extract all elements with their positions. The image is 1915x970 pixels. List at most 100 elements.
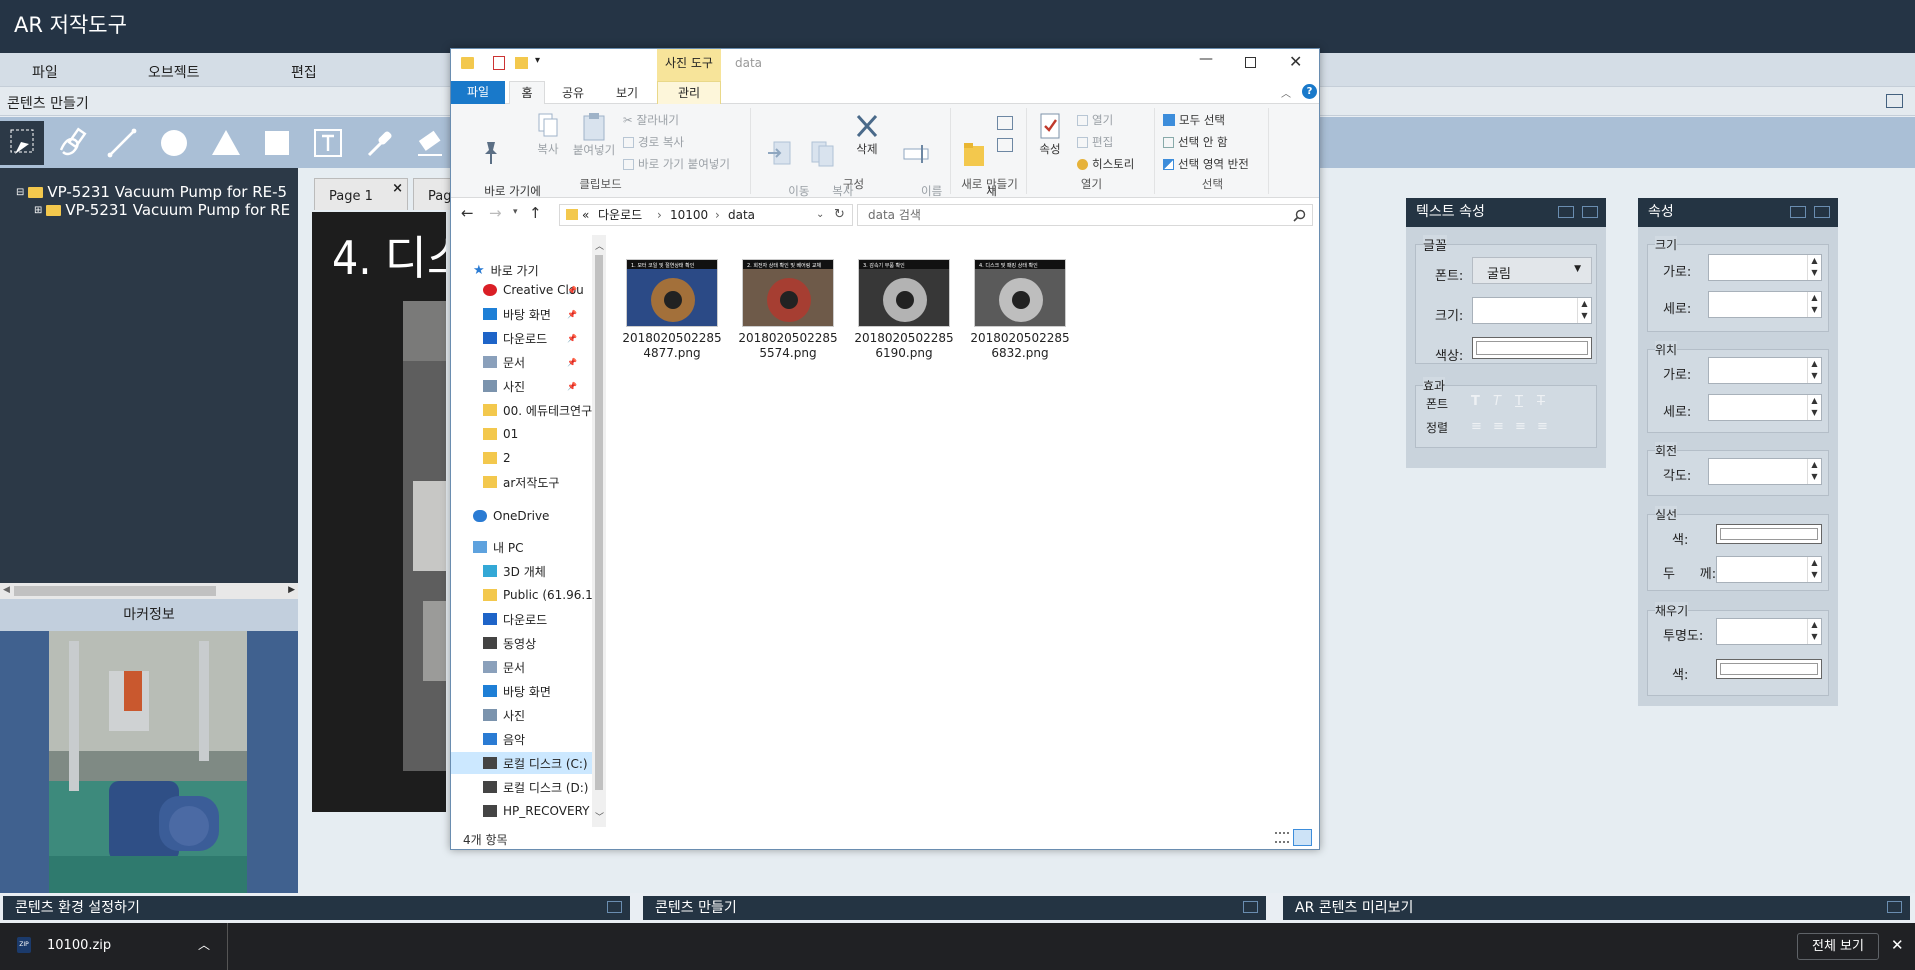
nav-item[interactable]: 로컬 디스크 (D:) [483, 776, 588, 798]
menu-edit[interactable]: 편집 [291, 62, 317, 82]
select-tool[interactable] [0, 121, 44, 165]
new-item-icon[interactable] [997, 116, 1013, 130]
file-item[interactable]: 1. 모터 코일 및 절연상태 확인 2018020502285 4877.png [622, 259, 722, 361]
angle-input[interactable]: ▲ ▼ [1708, 458, 1822, 485]
file-item[interactable]: 4. 디스크 및 패킹 상태 확인 2018020502285 6832.png [970, 259, 1070, 361]
font-size-input[interactable]: ▲ ▼ [1472, 297, 1592, 324]
back-arrow-icon[interactable]: ← [461, 204, 474, 222]
select-none-button[interactable]: 선택 안 함 [1163, 134, 1228, 150]
show-all-button[interactable]: 전체 보기 [1797, 933, 1879, 960]
nav-item[interactable]: 바탕 화면 📌 [483, 303, 577, 325]
nav-item[interactable]: 2 [483, 447, 511, 469]
close-window-icon[interactable]: ✕ [1289, 52, 1302, 71]
nav-item[interactable]: 문서 📌 [483, 351, 577, 373]
scroll-thumb[interactable] [14, 586, 216, 596]
maximize-icon[interactable] [1886, 94, 1903, 108]
easy-access-icon[interactable] [997, 138, 1013, 152]
pin-icon[interactable]: 📌 [567, 382, 577, 391]
nav-this-pc[interactable]: 내 PC [473, 536, 523, 558]
tree-scrollbar[interactable]: ◀ ▶ [0, 583, 298, 599]
pos-y-input[interactable]: ▲ ▼ [1708, 394, 1822, 421]
nav-item[interactable]: 로컬 디스크 (C:) [451, 752, 592, 774]
pin-icon[interactable]: 📌 [567, 310, 577, 319]
line-color-picker[interactable] [1716, 524, 1822, 544]
strikethrough-icon[interactable]: T [1537, 394, 1545, 409]
tab-create-content[interactable]: 콘텐츠 만들기 [643, 896, 1266, 920]
menu-file[interactable]: 파일 [32, 62, 58, 82]
width-input[interactable]: ▲ ▼ [1708, 254, 1822, 281]
scroll-up-icon[interactable]: ︿ [595, 239, 604, 252]
paste-button[interactable]: 붙여넣기 [569, 112, 619, 157]
file-item[interactable]: 3. 감속기 부품 확인 2018020502285 6190.png [854, 259, 954, 361]
nav-item[interactable]: HP_RECOVERY ( [483, 800, 598, 822]
nav-quick-access[interactable]: ★ 바로 가기 [473, 259, 539, 281]
menu-object[interactable]: 오브젝트 [148, 62, 200, 82]
delete-button[interactable]: 삭제 [849, 112, 885, 156]
tab-file[interactable]: 파일 [451, 81, 505, 104]
maximize-icon[interactable] [1243, 901, 1258, 913]
align-left-icon[interactable]: ≡ [1471, 419, 1482, 434]
tab-ar-preview[interactable]: AR 콘텐츠 미리보기 [1283, 896, 1910, 920]
scroll-left-icon[interactable]: ◀ [3, 585, 10, 595]
detach-icon[interactable] [1558, 206, 1574, 218]
expand-icon[interactable]: ⊞ [34, 205, 42, 216]
tree-item[interactable]: ⊟ VP-5231 Vacuum Pump for RE-5 [16, 183, 287, 201]
triangle-tool[interactable] [204, 121, 248, 165]
underline-icon[interactable]: T [1515, 394, 1523, 409]
tab-view[interactable]: 보기 [616, 84, 638, 101]
nav-item[interactable]: 다운로드 [483, 608, 547, 630]
maximize-icon[interactable] [1887, 901, 1902, 913]
recent-locations-icon[interactable]: ▾ [513, 207, 518, 217]
select-all-button[interactable]: 모두 선택 [1163, 112, 1225, 128]
refresh-icon[interactable]: ↻ [834, 205, 845, 225]
copy-button[interactable]: 복사 [531, 112, 565, 156]
stepper-icon[interactable]: ▲ ▼ [1807, 292, 1821, 317]
nav-item[interactable]: 동영상 [483, 632, 536, 654]
freehand-tool[interactable] [50, 121, 94, 165]
page-tab-1[interactable]: Page 1 × [314, 178, 408, 210]
close-download-bar-icon[interactable]: ✕ [1891, 936, 1904, 954]
scroll-thumb[interactable] [595, 255, 603, 790]
chevron-up-icon[interactable]: ︿ [198, 936, 210, 953]
forward-arrow-icon[interactable]: → [489, 204, 502, 222]
nav-item[interactable]: 01 [483, 423, 518, 445]
nav-item[interactable]: 문서 [483, 656, 525, 678]
up-arrow-icon[interactable]: ↑ [529, 204, 542, 222]
nav-item[interactable]: ar저작도구 [483, 471, 559, 493]
nav-item[interactable]: Creative Clou 📌 [483, 279, 584, 301]
address-dropdown-icon[interactable]: ⌄ [816, 205, 824, 225]
text-tool[interactable] [306, 121, 350, 165]
properties-button[interactable]: 속성 [1033, 112, 1067, 156]
tab-environment-settings[interactable]: 콘텐츠 환경 설정하기 [3, 896, 630, 920]
circle-tool[interactable] [152, 121, 196, 165]
stepper-icon[interactable]: ▲ ▼ [1807, 557, 1821, 582]
invert-selection-button[interactable]: 선택 영역 반전 [1163, 156, 1249, 172]
nav-item[interactable]: 바탕 화면 [483, 680, 551, 702]
tree-item[interactable]: ⊞ VP-5231 Vacuum Pump for RE [34, 201, 290, 219]
stepper-icon[interactable]: ▲ ▼ [1807, 619, 1821, 644]
customize-quick-access-icon[interactable]: ▾ [535, 55, 540, 66]
breadcrumb-10100[interactable]: 10100 [670, 205, 708, 225]
search-input[interactable]: data 검색 [857, 204, 1313, 226]
height-input[interactable]: ▲ ▼ [1708, 291, 1822, 318]
collapse-icon[interactable]: ⊟ [16, 187, 24, 198]
stepper-icon[interactable]: ▲ ▼ [1807, 255, 1821, 280]
line-tool[interactable] [100, 121, 144, 165]
breadcrumb-downloads[interactable]: 다운로드 [598, 205, 642, 225]
paste-shortcut-button[interactable]: 바로 가기 붙여넣기 [623, 156, 730, 172]
navigation-scrollbar[interactable]: ︿ ﹀ [592, 235, 606, 827]
fill-color-picker[interactable] [1716, 659, 1822, 679]
nav-item[interactable]: 3D 개체 [483, 560, 546, 582]
tab-share[interactable]: 공유 [562, 84, 584, 101]
cut-button[interactable]: ✂ 잘라내기 [623, 112, 679, 128]
nav-item[interactable]: Public (61.96.19 [483, 584, 600, 606]
pos-x-input[interactable]: ▲ ▼ [1708, 357, 1822, 384]
maximize-icon[interactable] [1814, 206, 1830, 218]
rectangle-tool[interactable] [255, 121, 299, 165]
stepper-icon[interactable]: ▲ ▼ [1807, 358, 1821, 383]
new-folder-quick-icon[interactable] [515, 57, 528, 69]
nav-item[interactable]: 00. 에듀테크연구 [483, 399, 592, 421]
italic-icon[interactable]: T [1493, 394, 1501, 409]
tab-manage[interactable]: 관리 [657, 81, 721, 104]
large-icons-view-icon[interactable] [1293, 829, 1312, 846]
